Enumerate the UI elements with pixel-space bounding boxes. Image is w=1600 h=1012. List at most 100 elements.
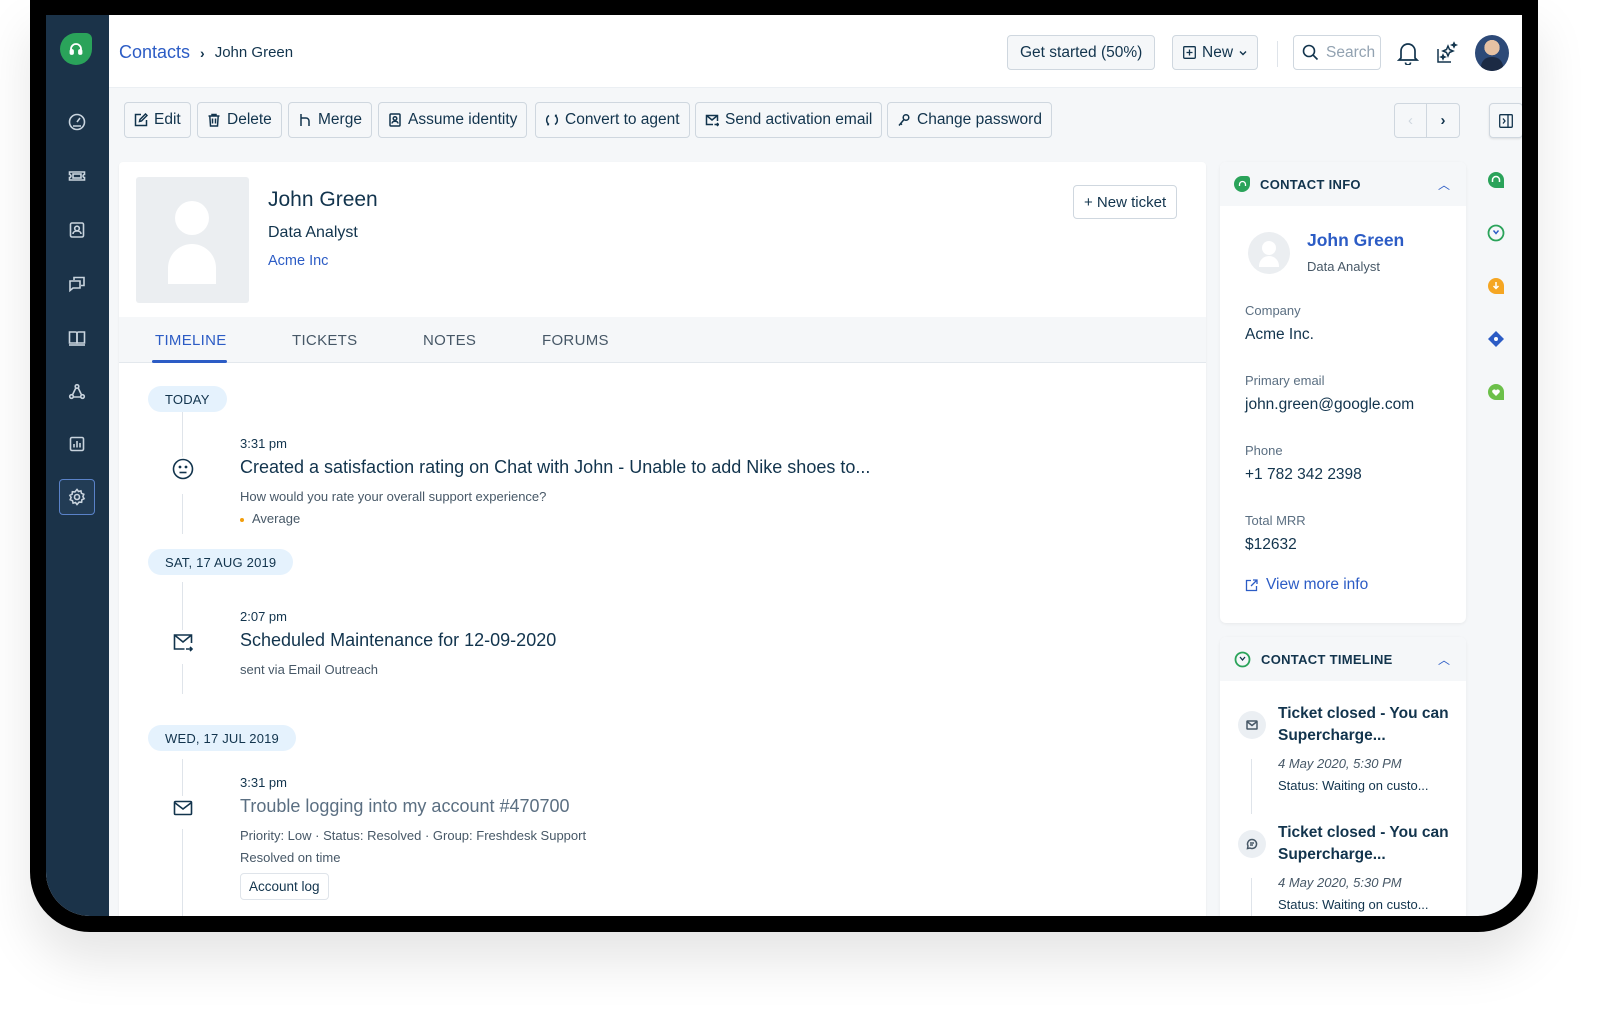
contact-info-name[interactable]: John Green xyxy=(1307,230,1404,251)
action-toolbar: Edit Delete Merge Assume identity Conver… xyxy=(109,88,1522,152)
timeline-connector xyxy=(1251,878,1252,916)
sidebar-item-reports[interactable] xyxy=(59,426,95,462)
get-started-button[interactable]: Get started (50%) xyxy=(1007,35,1156,70)
bar-chart-icon xyxy=(69,436,85,452)
chevron-down-icon xyxy=(1239,50,1247,55)
left-sidebar xyxy=(46,15,109,916)
field-value-company: Acme Inc. xyxy=(1245,326,1314,343)
device-frame: Contacts › John Green Get started (50%) … xyxy=(30,0,1538,932)
toggle-side-panel-button[interactable] xyxy=(1489,103,1522,138)
event-title[interactable]: Trouble logging into my account #470700 xyxy=(240,796,570,817)
convert-to-agent-button[interactable]: Convert to agent xyxy=(535,102,690,138)
timeline-connector xyxy=(182,829,183,916)
contact-name: John Green xyxy=(268,188,378,211)
book-icon xyxy=(68,331,86,346)
contact-avatar-placeholder[interactable] xyxy=(136,177,249,303)
contact-info-title: CONTACT INFO xyxy=(1260,176,1361,192)
merge-icon xyxy=(300,114,310,126)
chat-bubble-icon xyxy=(1238,830,1266,858)
new-dropdown-button[interactable]: New xyxy=(1172,35,1259,70)
event-title[interactable]: Created a satisfaction rating on Chat wi… xyxy=(240,457,870,478)
event-title[interactable]: Scheduled Maintenance for 12-09-2020 xyxy=(240,630,556,651)
send-activation-email-button[interactable]: Send activation email xyxy=(695,102,883,138)
rating-value: Average xyxy=(252,511,301,526)
sidebar-item-admin[interactable] xyxy=(59,479,95,515)
user-avatar[interactable] xyxy=(1475,35,1509,71)
breadcrumb-contacts-link[interactable]: Contacts xyxy=(119,42,190,63)
sidebar-item-dashboard[interactable] xyxy=(59,104,95,140)
notifications-button[interactable] xyxy=(1395,39,1421,67)
email-icon xyxy=(171,796,195,820)
heart-app-icon[interactable] xyxy=(1487,383,1505,401)
merge-button[interactable]: Merge xyxy=(288,102,372,138)
contact-tabs: TIMELINE TICKETS NOTES FORUMS xyxy=(119,317,1206,363)
event-time: 2:07 pm xyxy=(240,609,287,624)
ai-assist-button[interactable] xyxy=(1434,39,1460,67)
header-divider xyxy=(1277,41,1278,67)
change-password-label: Change password xyxy=(917,111,1042,128)
account-log-button[interactable]: Account log xyxy=(240,873,329,900)
email-outgoing-icon xyxy=(705,114,719,127)
previous-record-button[interactable]: ‹ xyxy=(1395,104,1427,137)
chevron-up-icon[interactable]: ︿ xyxy=(1438,176,1450,193)
date-pill: SAT, 17 AUG 2019 xyxy=(148,549,294,575)
assume-identity-button[interactable]: Assume identity xyxy=(378,102,528,138)
sidebar-item-social[interactable] xyxy=(59,374,95,410)
diamond-app-icon[interactable] xyxy=(1487,330,1505,348)
field-value-email: john.green@google.com xyxy=(1245,396,1415,413)
contact-timeline-item-date: 4 May 2020, 5:30 PM xyxy=(1278,756,1402,771)
edit-button[interactable]: Edit xyxy=(124,102,191,138)
view-more-info-label: View more info xyxy=(1266,576,1369,593)
tab-forums[interactable]: FORUMS xyxy=(542,332,609,349)
contact-details-card: John Green Data Analyst Acme Inc + New t… xyxy=(119,162,1206,916)
search-icon xyxy=(1302,44,1319,61)
event-subtitle: Resolved on time xyxy=(240,850,341,865)
new-ticket-button[interactable]: + New ticket xyxy=(1073,185,1178,219)
contact-info-role: Data Analyst xyxy=(1307,259,1380,274)
edit-icon xyxy=(134,113,148,127)
contact-timeline-item-status: Status: Waiting on custo... xyxy=(1278,897,1429,912)
chevron-right-icon: › xyxy=(200,44,205,61)
next-record-button[interactable]: › xyxy=(1427,104,1459,137)
field-value-phone: +1 782 342 2398 xyxy=(1245,466,1362,483)
sidebar-item-conversations[interactable] xyxy=(59,266,95,302)
gauge-icon xyxy=(68,113,86,131)
sidebar-item-contacts[interactable] xyxy=(59,212,95,248)
external-link-icon xyxy=(1245,578,1258,591)
view-more-info-link[interactable]: View more info xyxy=(1245,576,1368,594)
download-app-icon[interactable] xyxy=(1487,277,1505,295)
convert-to-agent-label: Convert to agent xyxy=(565,111,680,128)
contact-company-link[interactable]: Acme Inc xyxy=(268,253,328,269)
sidebar-item-knowledge-base[interactable] xyxy=(59,320,95,356)
tab-timeline[interactable]: TIMELINE xyxy=(155,332,227,349)
email-outgoing-icon xyxy=(171,630,195,654)
delete-button[interactable]: Delete xyxy=(197,102,282,138)
sidebar-item-tickets[interactable] xyxy=(59,158,95,194)
clock-icon xyxy=(1234,651,1251,667)
search-input[interactable]: Search xyxy=(1293,35,1381,70)
activity-timeline: TODAY 3:31 pm Created a satisfaction rat… xyxy=(119,364,1206,916)
field-label: Company xyxy=(1245,303,1301,318)
tab-tickets[interactable]: TICKETS xyxy=(292,332,357,349)
app-screen: Contacts › John Green Get started (50%) … xyxy=(46,15,1522,916)
freshdesk-app-icon[interactable] xyxy=(1487,171,1505,189)
contact-avatar-small xyxy=(1248,232,1290,274)
tab-notes[interactable]: NOTES xyxy=(423,332,476,349)
timeline-app-icon[interactable] xyxy=(1487,224,1505,242)
chevron-up-icon[interactable]: ︿ xyxy=(1438,651,1450,668)
contact-timeline-header[interactable]: CONTACT TIMELINE ︿ xyxy=(1220,637,1466,681)
email-icon xyxy=(1238,711,1266,739)
search-placeholder: Search xyxy=(1326,43,1376,61)
edit-label: Edit xyxy=(154,111,181,128)
record-pager: ‹ › xyxy=(1394,103,1460,138)
field-label: Phone xyxy=(1245,443,1283,458)
contact-timeline-item-title[interactable]: Ticket closed - You can Supercharge... xyxy=(1278,703,1458,747)
smiley-neutral-icon xyxy=(171,457,195,481)
panel-right-icon xyxy=(1499,113,1513,128)
freshdesk-logo[interactable] xyxy=(60,33,92,65)
change-password-button[interactable]: Change password xyxy=(887,102,1052,138)
contact-info-header[interactable]: CONTACT INFO ︿ xyxy=(1220,162,1466,206)
field-label: Primary email xyxy=(1245,373,1325,388)
refresh-icon xyxy=(545,114,559,126)
contact-timeline-item-title[interactable]: Ticket closed - You can Supercharge... xyxy=(1278,822,1458,866)
